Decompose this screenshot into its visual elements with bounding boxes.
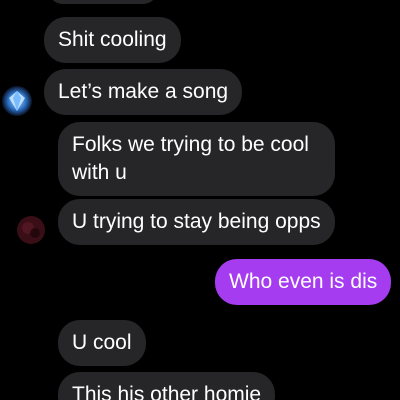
message-bubble-sent[interactable]: Who even is dis [215, 259, 392, 305]
message-bubble-partial[interactable] [48, 0, 158, 4]
message-bubble[interactable]: U cool [58, 320, 146, 366]
sender-avatar-icon[interactable] [17, 216, 45, 244]
message-bubble[interactable]: Folks we trying to be cool with u [58, 122, 335, 196]
message-bubble[interactable]: Shit cooling [44, 17, 181, 63]
sender-avatar-icon[interactable] [2, 86, 32, 116]
message-bubble[interactable]: U trying to stay being opps [58, 199, 335, 245]
message-bubble[interactable]: Let’s make a song [44, 69, 243, 115]
message-bubble[interactable]: This his other homie [58, 372, 276, 400]
message-thread: Shit cooling Let’s make a song Folks we … [0, 0, 400, 400]
